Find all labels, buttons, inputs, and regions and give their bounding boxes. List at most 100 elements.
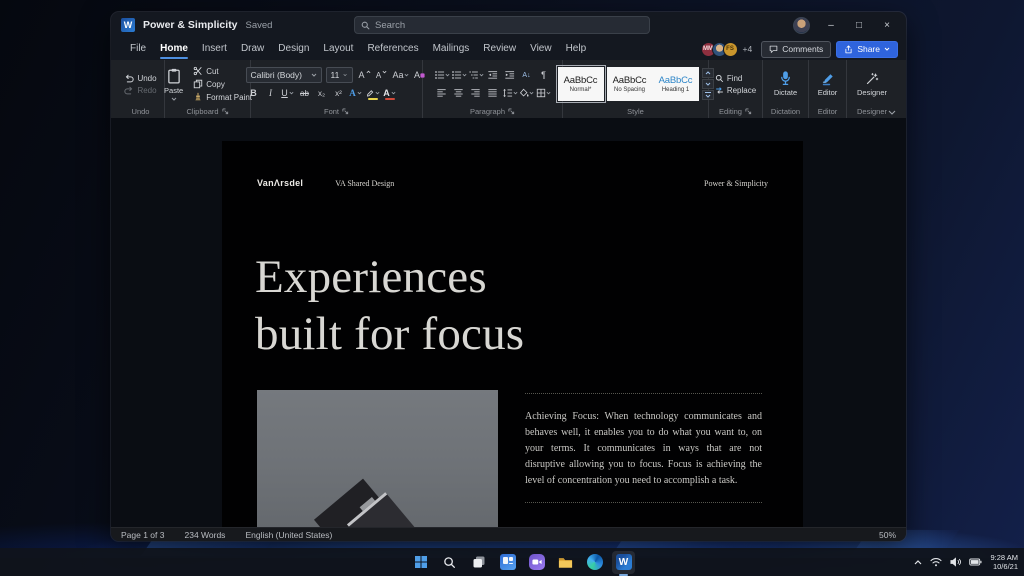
ribbon-group-editor: Editor Editor (809, 60, 847, 118)
tab-home[interactable]: Home (153, 41, 195, 58)
tab-help[interactable]: Help (559, 41, 594, 58)
editor-button[interactable]: Editor (814, 70, 842, 99)
numbered-list-icon (451, 70, 462, 80)
tab-view[interactable]: View (523, 41, 559, 58)
word-app-icon: W (121, 18, 135, 32)
change-case-button[interactable]: Aa (391, 67, 411, 83)
clipboard-dialog-launcher-icon[interactable] (222, 108, 229, 115)
document-page[interactable]: VanΛrsdel VA Shared Design Power & Simpl… (222, 141, 803, 527)
replace-button[interactable]: Replace (712, 85, 759, 96)
style-normal[interactable]: AaBbCc Normal* (558, 67, 604, 101)
grow-font-button[interactable]: A (357, 67, 373, 83)
widgets-button[interactable] (496, 551, 519, 574)
tab-layout[interactable]: Layout (316, 41, 360, 58)
italic-button[interactable]: I (263, 85, 279, 101)
style-heading-1[interactable]: AaBbCc Heading 1 (653, 67, 699, 101)
document-text-column: Achieving Focus: When technology communi… (525, 393, 762, 503)
edge-button[interactable] (583, 551, 606, 574)
word-count[interactable]: 234 Words (184, 530, 225, 540)
chevron-down-icon (357, 91, 362, 95)
paragraph-dialog-launcher-icon[interactable] (508, 108, 515, 115)
font-dialog-launcher-icon[interactable] (342, 108, 349, 115)
status-bar: Page 1 of 3 234 Words English (United St… (111, 527, 906, 541)
font-name-combo[interactable]: Calibri (Body) (246, 67, 322, 83)
ribbon: Undo Redo Undo Paste (111, 60, 906, 118)
bullets-button[interactable] (434, 67, 450, 83)
increase-indent-button[interactable] (502, 67, 518, 83)
justify-button[interactable] (485, 85, 501, 101)
superscript-button[interactable]: x² (331, 85, 347, 101)
sort-button[interactable]: A↓ (519, 67, 535, 83)
avatar-overflow-count[interactable]: +4 (743, 44, 753, 54)
tab-review[interactable]: Review (476, 41, 523, 58)
search-input[interactable] (375, 20, 643, 31)
tray-overflow-button[interactable] (914, 560, 922, 565)
battery-icon (969, 558, 982, 566)
avatar-fs[interactable]: FS (723, 42, 738, 57)
zoom-level[interactable]: 50% (879, 530, 896, 540)
find-button[interactable]: Find (712, 73, 759, 84)
battery-button[interactable] (969, 558, 982, 566)
highlight-color-button[interactable] (365, 85, 381, 101)
word-taskbar-button[interactable]: W (612, 551, 635, 574)
paste-button[interactable]: Paste (160, 66, 187, 103)
style-no-spacing[interactable]: AaBbCc No Spacing (607, 67, 653, 101)
close-button[interactable]: × (874, 15, 900, 35)
file-explorer-button[interactable] (554, 551, 577, 574)
font-color-button[interactable]: A (382, 85, 398, 101)
outdent-icon (487, 70, 498, 80)
align-center-button[interactable] (451, 85, 467, 101)
bold-button[interactable]: B (246, 85, 262, 101)
search-bar[interactable] (354, 16, 650, 34)
comment-icon (769, 45, 778, 54)
collapse-ribbon-button[interactable] (888, 110, 896, 115)
multilevel-list-button[interactable] (468, 67, 484, 83)
tab-draw[interactable]: Draw (234, 41, 271, 58)
undo-button[interactable]: Undo (121, 73, 159, 84)
align-right-button[interactable] (468, 85, 484, 101)
decrease-indent-button[interactable] (485, 67, 501, 83)
designer-button[interactable]: Designer (853, 70, 891, 99)
clear-formatting-button[interactable]: A (412, 67, 428, 83)
redo-button[interactable]: Redo (121, 85, 159, 96)
align-left-button[interactable] (434, 85, 450, 101)
tab-references[interactable]: References (360, 41, 425, 58)
dictate-button[interactable]: Dictate (770, 69, 801, 99)
share-button[interactable]: Share (836, 41, 898, 58)
text-effects-button[interactable]: A (348, 85, 364, 101)
maximize-button[interactable]: □ (846, 15, 872, 35)
start-button[interactable] (409, 551, 432, 574)
borders-button[interactable] (536, 85, 552, 101)
tab-insert[interactable]: Insert (195, 41, 234, 58)
minimize-button[interactable]: – (818, 15, 844, 35)
chevron-down-icon (513, 91, 518, 95)
volume-button[interactable] (950, 557, 961, 567)
comments-button[interactable]: Comments (761, 41, 831, 58)
account-avatar[interactable] (793, 17, 810, 34)
body-paragraph[interactable]: Achieving Focus: When technology communi… (525, 409, 762, 489)
page-indicator[interactable]: Page 1 of 3 (121, 530, 164, 540)
task-view-button[interactable] (467, 551, 490, 574)
taskbar-search-button[interactable] (438, 551, 461, 574)
numbering-button[interactable] (451, 67, 467, 83)
document-title: Power & Simplicity (143, 19, 238, 31)
tab-mailings[interactable]: Mailings (426, 41, 477, 58)
wifi-button[interactable] (930, 557, 942, 567)
editing-dialog-launcher-icon[interactable] (745, 108, 752, 115)
underline-button[interactable]: U (280, 85, 296, 101)
tab-file[interactable]: File (123, 41, 153, 58)
show-hide-marks-button[interactable]: ¶ (536, 67, 552, 83)
tray-time: 9:28 AM (990, 553, 1018, 562)
font-size-combo[interactable]: 11 (326, 67, 353, 83)
shading-button[interactable] (519, 85, 535, 101)
line-spacing-button[interactable] (502, 85, 518, 101)
subscript-button[interactable]: x₂ (314, 85, 330, 101)
strikethrough-button[interactable]: ab (297, 85, 313, 101)
tab-design[interactable]: Design (271, 41, 316, 58)
shrink-font-button[interactable]: A (374, 67, 390, 83)
chevron-down-icon (311, 73, 317, 77)
language-indicator[interactable]: English (United States) (245, 530, 332, 540)
clock[interactable]: 9:28 AM 10/6/21 (990, 553, 1018, 571)
document-photo[interactable] (257, 390, 498, 527)
chat-button[interactable] (525, 551, 548, 574)
